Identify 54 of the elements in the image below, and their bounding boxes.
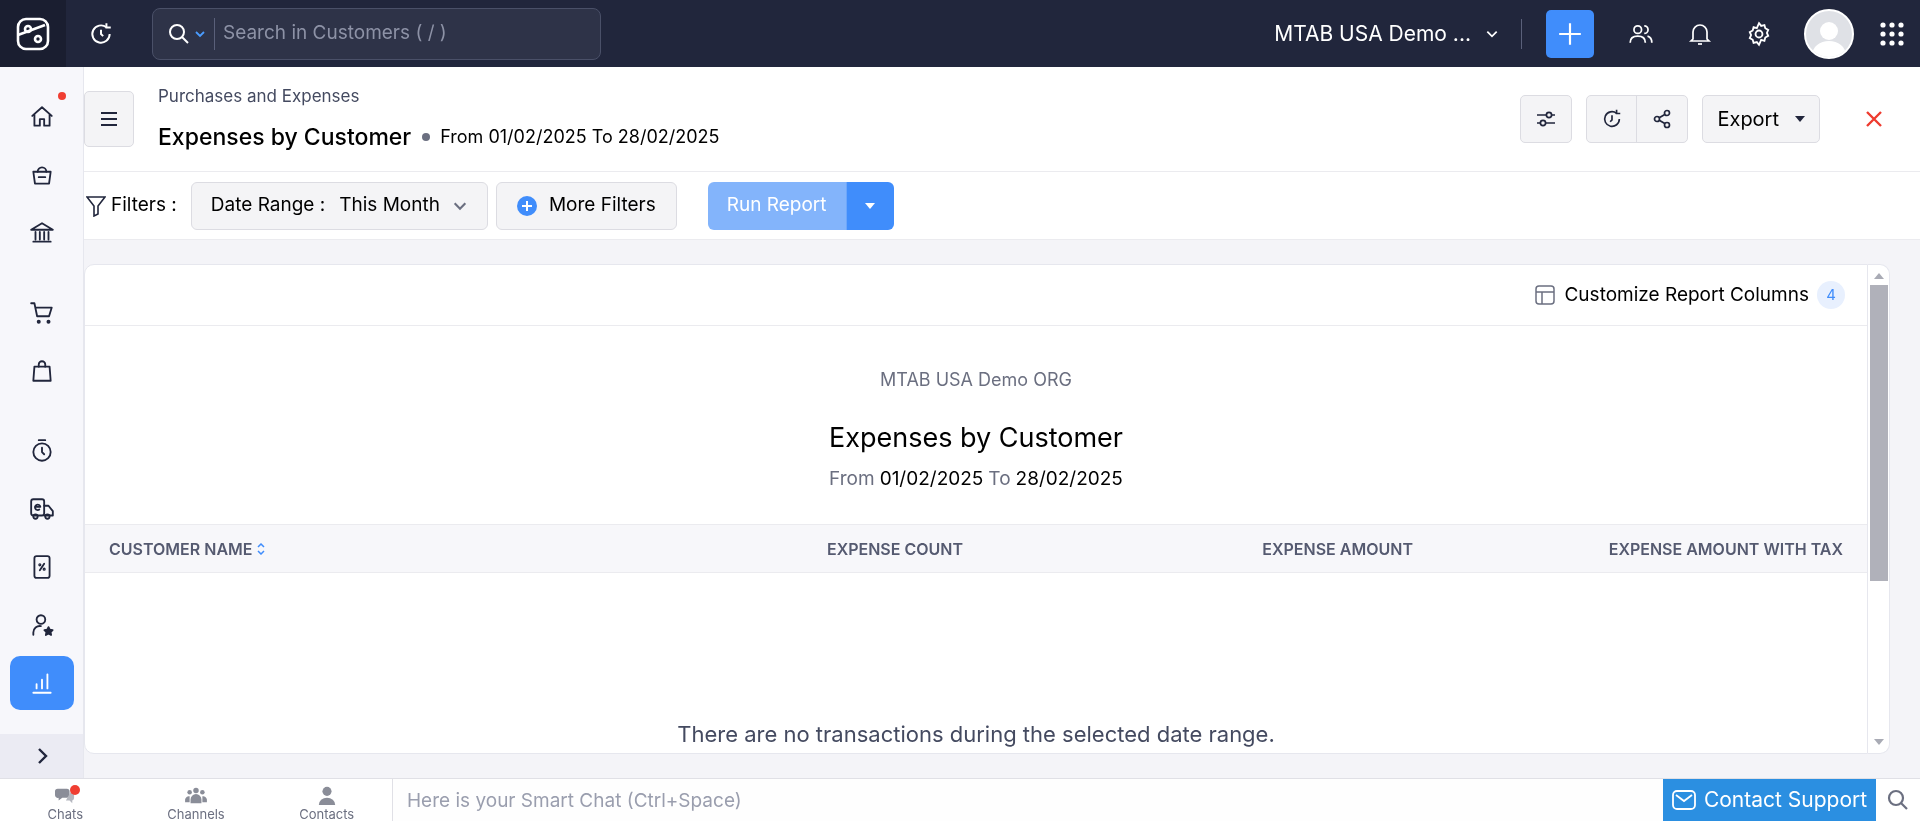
- breadcrumb[interactable]: Purchases and Expenses: [158, 84, 720, 110]
- chat-panel-tab[interactable]: Chats: [0, 779, 131, 821]
- export-button[interactable]: Export: [1702, 95, 1820, 143]
- search-button[interactable]: [1876, 779, 1920, 821]
- report-period: From 01/02/2025 To 28/02/2025: [829, 465, 1123, 492]
- run-report-dropdown-button[interactable]: [845, 181, 894, 230]
- report-period: From 01/02/2025 To 28/02/2025: [440, 125, 720, 150]
- home-icon: [28, 104, 55, 130]
- cart-icon: [28, 300, 55, 326]
- empty-state-message: There are no transactions during the selected date range.: [677, 720, 1275, 749]
- search-field[interactable]: Search in Customers ( / ): [223, 19, 600, 48]
- column-header[interactable]: CUSTOMER NAME: [109, 536, 253, 561]
- share-icon: [1652, 109, 1673, 129]
- apps-grid-icon[interactable]: [1880, 21, 1904, 46]
- column-header[interactable]: EXPENSE COUNT: [826, 536, 963, 561]
- search-icon: [1886, 788, 1910, 812]
- app-logo[interactable]: [0, 0, 66, 67]
- organization-selector[interactable]: MTAB USA Demo ...: [1274, 17, 1499, 50]
- organization-name: MTAB USA Demo ORG: [880, 368, 1072, 392]
- filter-settings-button[interactable]: [1520, 95, 1573, 143]
- menu-button[interactable]: [84, 91, 134, 147]
- chat-panel-tab[interactable]: Channels: [130, 779, 262, 821]
- add-button[interactable]: [1546, 9, 1594, 58]
- scrollbar-thumb[interactable]: [1869, 285, 1888, 581]
- close-icon: [1865, 110, 1883, 128]
- filter-icon: [86, 194, 106, 217]
- search-icon: [167, 21, 191, 46]
- truck-icon: [28, 496, 55, 522]
- caret-down-icon: [1795, 116, 1805, 122]
- column-header[interactable]: EXPENSE AMOUNT WITH TAX: [1608, 536, 1843, 561]
- column-count-badge: 4: [1817, 281, 1845, 309]
- sort-icon[interactable]: [257, 542, 266, 555]
- scrollbar[interactable]: [1868, 264, 1890, 754]
- mail-icon: [1671, 789, 1696, 811]
- smart-chat-field[interactable]: Here is your Smart Chat (Ctrl+Space): [392, 779, 1663, 821]
- customize-columns-button[interactable]: Customize Report Columns: [1535, 280, 1809, 310]
- chat-panel-tab[interactable]: Contacts: [261, 779, 392, 821]
- column-header[interactable]: EXPENSE AMOUNT: [1262, 536, 1413, 561]
- columns-icon: [1535, 285, 1556, 305]
- avatar[interactable]: [1804, 8, 1854, 59]
- date-range-dropdown[interactable]: Date Range : This Month: [190, 181, 488, 230]
- plus-icon: [1557, 20, 1583, 47]
- bank-icon: [28, 220, 55, 246]
- filters-label: Filters :: [111, 192, 177, 219]
- more-filters-button[interactable]: More Filters: [495, 181, 677, 230]
- plus-circle-icon: [516, 195, 537, 216]
- menu-icon: [100, 111, 118, 127]
- contact-support-button[interactable]: Contact Support: [1663, 779, 1876, 821]
- search-bar[interactable]: Search in Customers ( / ): [152, 7, 601, 60]
- channels-icon: [185, 785, 207, 805]
- caret-down-icon: [865, 202, 875, 209]
- report-title: Expenses by Customer: [158, 121, 412, 153]
- report-title: Expenses by Customer: [828, 420, 1124, 456]
- settings-icon[interactable]: [1746, 20, 1772, 47]
